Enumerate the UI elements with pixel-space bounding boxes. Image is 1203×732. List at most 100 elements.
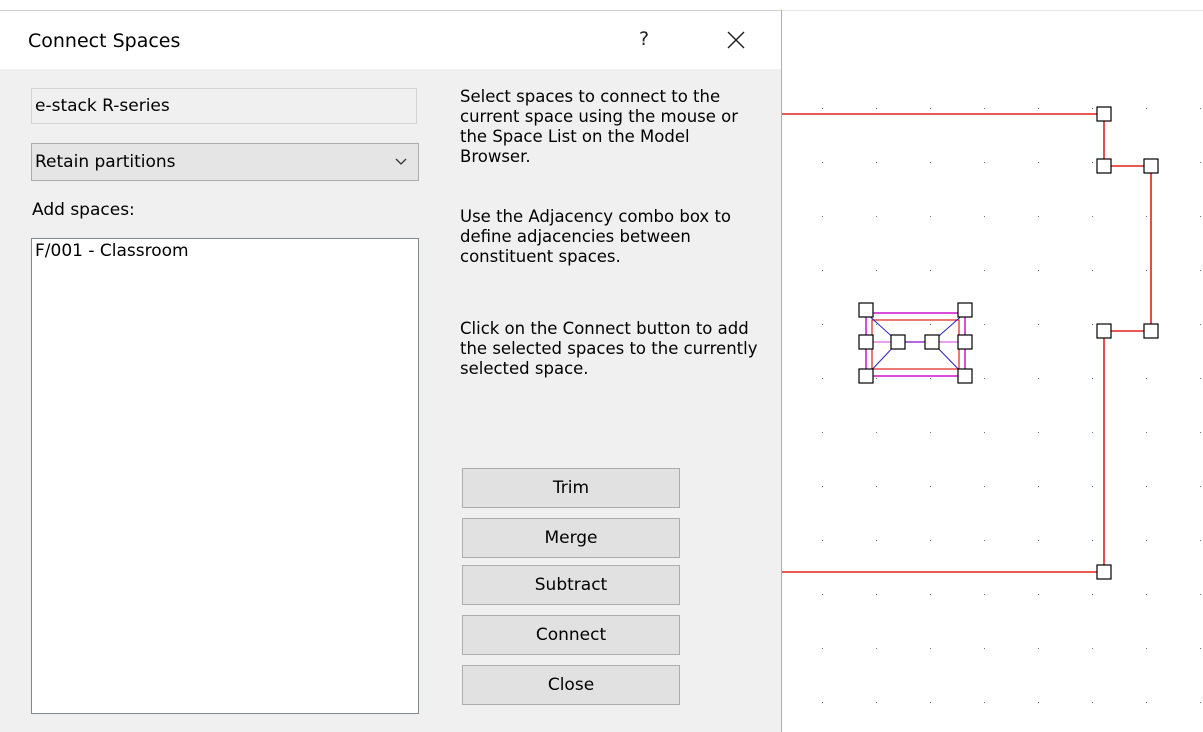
grid-dot xyxy=(1200,378,1201,379)
selected-space[interactable] xyxy=(865,312,966,377)
vertex-handle[interactable] xyxy=(858,368,874,384)
grid-dot xyxy=(822,702,823,703)
grid-dot xyxy=(1146,648,1147,649)
grid-dot xyxy=(822,540,823,541)
grid-dot xyxy=(1200,270,1201,271)
grid-dot xyxy=(822,648,823,649)
grid-dot xyxy=(930,432,931,433)
grid-dot xyxy=(876,162,877,163)
vertex-handle[interactable] xyxy=(858,334,874,350)
grid-dot xyxy=(1038,270,1039,271)
grid-dot xyxy=(984,702,985,703)
grid-dot xyxy=(930,216,931,217)
help-button[interactable]: ? xyxy=(618,19,670,59)
grid-dot xyxy=(876,270,877,271)
grid-dot xyxy=(1200,216,1201,217)
grid-dot xyxy=(822,324,823,325)
trim-button[interactable]: Trim xyxy=(462,468,680,508)
vertex-handle[interactable] xyxy=(1096,158,1112,174)
grid-dot xyxy=(1038,216,1039,217)
grid-dot xyxy=(1092,270,1093,271)
grid-dot xyxy=(1146,432,1147,433)
grid-dot xyxy=(1146,270,1147,271)
partition-mode-select[interactable]: Retain partitions xyxy=(31,143,419,181)
grid-dot xyxy=(1038,324,1039,325)
grid-dot xyxy=(1092,432,1093,433)
merge-button[interactable]: Merge xyxy=(462,518,680,558)
grid-dot xyxy=(1092,378,1093,379)
grid-dot xyxy=(1092,648,1093,649)
grid-dot xyxy=(822,486,823,487)
space-name-field[interactable]: e-stack R-series xyxy=(31,88,417,124)
grid-dot xyxy=(1200,486,1201,487)
grid-dot xyxy=(984,648,985,649)
grid-dot xyxy=(822,162,823,163)
subtract-button[interactable]: Subtract xyxy=(462,565,680,605)
vertex-handle[interactable] xyxy=(957,334,973,350)
vertex-handle[interactable] xyxy=(957,368,973,384)
connect-button[interactable]: Connect xyxy=(462,615,680,655)
grid-dot xyxy=(876,702,877,703)
vertex-handle[interactable] xyxy=(890,334,906,350)
grid-dot xyxy=(1092,702,1093,703)
instruction-text-connect: Click on the Connect button to add the s… xyxy=(460,319,758,378)
grid-dot xyxy=(822,378,823,379)
grid-dot xyxy=(876,108,877,109)
grid-dot xyxy=(876,216,877,217)
grid-dot xyxy=(930,270,931,271)
spaces-list[interactable]: F/001 - Classroom xyxy=(31,238,419,714)
grid-dot xyxy=(1200,108,1201,109)
connect-spaces-dialog: Connect Spaces ? e-stack R-series Retain… xyxy=(0,10,782,732)
grid-dot xyxy=(876,594,877,595)
grid-dot xyxy=(1200,324,1201,325)
instruction-text-select: Select spaces to connect to the current … xyxy=(460,87,739,166)
grid-dot xyxy=(1038,648,1039,649)
grid-dot xyxy=(1146,540,1147,541)
grid-dot xyxy=(1200,162,1201,163)
list-item[interactable]: F/001 - Classroom xyxy=(32,239,418,263)
grid-dot xyxy=(984,486,985,487)
grid-dot xyxy=(1038,108,1039,109)
grid-dot xyxy=(1146,594,1147,595)
vertex-handle[interactable] xyxy=(957,302,973,318)
vertex-handle[interactable] xyxy=(858,302,874,318)
grid-dot xyxy=(1038,594,1039,595)
vertex-handle[interactable] xyxy=(1096,564,1112,580)
close-window-button[interactable] xyxy=(706,19,766,59)
grid-dot xyxy=(1038,432,1039,433)
grid-dot xyxy=(1038,702,1039,703)
grid-dot xyxy=(1092,162,1093,163)
vertex-handle[interactable] xyxy=(1143,158,1159,174)
partition-mode-value: Retain partitions xyxy=(35,152,176,172)
grid-dot xyxy=(984,378,985,379)
grid-dot xyxy=(984,216,985,217)
grid-dot xyxy=(984,540,985,541)
grid-dot xyxy=(1038,540,1039,541)
grid-dot xyxy=(984,594,985,595)
grid-dot xyxy=(930,540,931,541)
grid-dot xyxy=(930,324,931,325)
close-button[interactable]: Close xyxy=(462,665,680,705)
vertex-handle[interactable] xyxy=(1143,323,1159,339)
vertex-handle[interactable] xyxy=(1096,323,1112,339)
grid-dot xyxy=(1146,108,1147,109)
grid-dot xyxy=(930,162,931,163)
vertex-handle[interactable] xyxy=(924,334,940,350)
title-bar[interactable]: Connect Spaces ? xyxy=(0,10,781,69)
grid-dot xyxy=(822,432,823,433)
grid-dot xyxy=(1200,594,1201,595)
grid-dot xyxy=(1092,486,1093,487)
grid-dot xyxy=(930,702,931,703)
grid-dot xyxy=(822,594,823,595)
grid-dot xyxy=(984,324,985,325)
vertex-handle[interactable] xyxy=(1096,106,1112,122)
grid-dot xyxy=(930,594,931,595)
vertex-handles[interactable] xyxy=(858,106,1159,580)
grid-dot xyxy=(1146,378,1147,379)
grid-dot xyxy=(1092,594,1093,595)
grid-dot xyxy=(1038,162,1039,163)
grid-dot xyxy=(984,270,985,271)
grid-dot xyxy=(984,108,985,109)
grid-dot xyxy=(1038,378,1039,379)
instruction-text-adjacency: Use the Adjacency combo box to define ad… xyxy=(460,207,732,266)
